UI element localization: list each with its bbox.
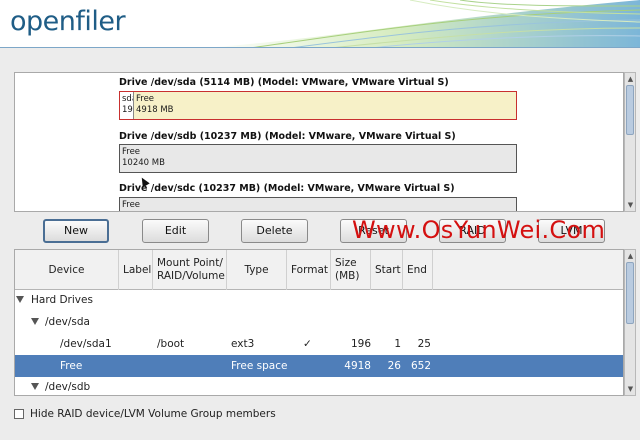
hide-raid-checkbox[interactable] [14, 409, 24, 419]
row-type: ext3 [231, 338, 255, 350]
partition-table-scrollbar[interactable]: ▲ ▼ [624, 249, 636, 396]
column-header-line: (MB) [335, 270, 360, 282]
column-header-mount-point[interactable]: Mount Point/RAID/Volume [153, 250, 227, 290]
drive-title-sda: Drive /dev/sda (5114 MB) (Model: VMware,… [119, 77, 449, 88]
partition-segment-free-selected[interactable]: Free 4918 MB [134, 92, 516, 119]
partition-segment-free[interactable]: Free [120, 198, 516, 211]
scroll-down-icon[interactable]: ▼ [626, 384, 635, 394]
row-size: 196 [350, 338, 371, 350]
drive-title-sdc: Drive /dev/sdc (10237 MB) (Model: VMware… [119, 183, 455, 194]
column-header-label: Type [244, 263, 269, 276]
column-header-label-col[interactable]: Label [119, 250, 153, 290]
partition-segment-sda1[interactable]: sda 196 [120, 92, 134, 119]
scroll-down-icon[interactable]: ▼ [626, 200, 635, 210]
expander-expanded-icon[interactable] [31, 318, 39, 325]
drive-visualizer: Drive /dev/sda (5114 MB) (Model: VMware,… [14, 72, 624, 212]
tree-row-hard-drives[interactable]: Hard Drives [15, 289, 623, 311]
column-header-type[interactable]: Type [227, 250, 287, 290]
column-header-format[interactable]: Format [287, 250, 331, 290]
column-header-start[interactable]: Start [371, 250, 403, 290]
drive-visualizer-scrollbar[interactable]: ▲ ▼ [624, 72, 636, 212]
scrollbar-thumb[interactable] [626, 85, 634, 135]
drive-bar-sda[interactable]: sda 196 Free 4918 MB [119, 91, 517, 120]
row-device: Hard Drives [31, 294, 93, 306]
row-device: /dev/sda [45, 316, 90, 328]
hide-raid-option[interactable]: Hide RAID device/LVM Volume Group member… [14, 406, 276, 422]
column-header-line: RAID/Volume [157, 270, 225, 282]
new-button-label: New [64, 224, 88, 237]
scroll-up-icon[interactable]: ▲ [626, 251, 635, 261]
row-end: 652 [410, 360, 431, 372]
column-header-line: Size [335, 257, 357, 269]
delete-button-label: Delete [256, 224, 293, 237]
column-header-label: Mount Point/RAID/Volume [157, 257, 225, 283]
edit-button-label: Edit [164, 224, 187, 237]
segment-label: Free [122, 147, 141, 157]
column-header-label: Start [375, 263, 401, 276]
hide-raid-label: Hide RAID device/LVM Volume Group member… [30, 408, 276, 420]
header-divider [0, 47, 640, 48]
drive-title-sdb: Drive /dev/sdb (10237 MB) (Model: VMware… [119, 131, 456, 142]
segment-label: Free [136, 94, 155, 104]
partition-segment-free[interactable]: Free 10240 MB [120, 145, 516, 172]
row-start: 1 [394, 338, 401, 350]
format-check-icon: ✓ [303, 338, 312, 350]
expander-expanded-icon[interactable] [16, 296, 24, 303]
delete-button[interactable]: Delete [241, 219, 308, 243]
row-start: 26 [387, 360, 401, 372]
new-button[interactable]: New [43, 219, 109, 243]
row-end: 25 [417, 338, 431, 350]
column-header-size[interactable]: Size (MB) [331, 250, 371, 290]
scroll-up-icon[interactable]: ▲ [626, 74, 635, 84]
column-header-line: Mount Point/ [157, 257, 223, 269]
row-device: /dev/sdb [45, 381, 91, 393]
table-row-free-selected[interactable]: Free Free space 4918 26 652 [15, 355, 623, 377]
drive-bar-sdc[interactable]: Free [119, 197, 517, 211]
table-row-sda1[interactable]: /dev/sda1 /boot ext3 ✓ 196 1 25 [15, 333, 623, 355]
tree-row-sdb[interactable]: /dev/sdb [15, 376, 623, 395]
edit-button[interactable]: Edit [142, 219, 209, 243]
column-header-label: Format [291, 263, 329, 276]
scrollbar-thumb[interactable] [626, 262, 634, 324]
column-header-label: Label [123, 263, 152, 276]
segment-size: 10240 MB [122, 158, 165, 168]
expander-expanded-icon[interactable] [31, 383, 39, 390]
segment-size: 196 [122, 105, 133, 115]
openfiler-logo: openfiler [10, 6, 126, 37]
tree-row-sda[interactable]: /dev/sda [15, 311, 623, 333]
column-header-label: Device [48, 263, 85, 276]
row-size: 4918 [344, 360, 371, 372]
row-type: Free space [231, 360, 288, 372]
table-header: Device Label Mount Point/RAID/Volume Typ… [15, 250, 623, 290]
partition-table: Device Label Mount Point/RAID/Volume Typ… [14, 249, 624, 396]
drive-bar-sdb[interactable]: Free 10240 MB [119, 144, 517, 173]
row-device: /dev/sda1 [60, 338, 112, 350]
segment-size: 4918 MB [136, 105, 174, 115]
column-header-label: End [407, 263, 427, 276]
row-device: Free [60, 360, 83, 372]
column-header-end[interactable]: End [403, 250, 433, 290]
row-mount: /boot [157, 338, 185, 350]
app-header: openfiler [0, 0, 640, 48]
column-header-device[interactable]: Device [15, 250, 119, 290]
watermark-text: Www.OsYunWei.Com [352, 216, 606, 244]
column-header-label: Size (MB) [335, 257, 359, 283]
segment-label: Free [122, 200, 141, 210]
segment-label: sda [122, 94, 133, 104]
